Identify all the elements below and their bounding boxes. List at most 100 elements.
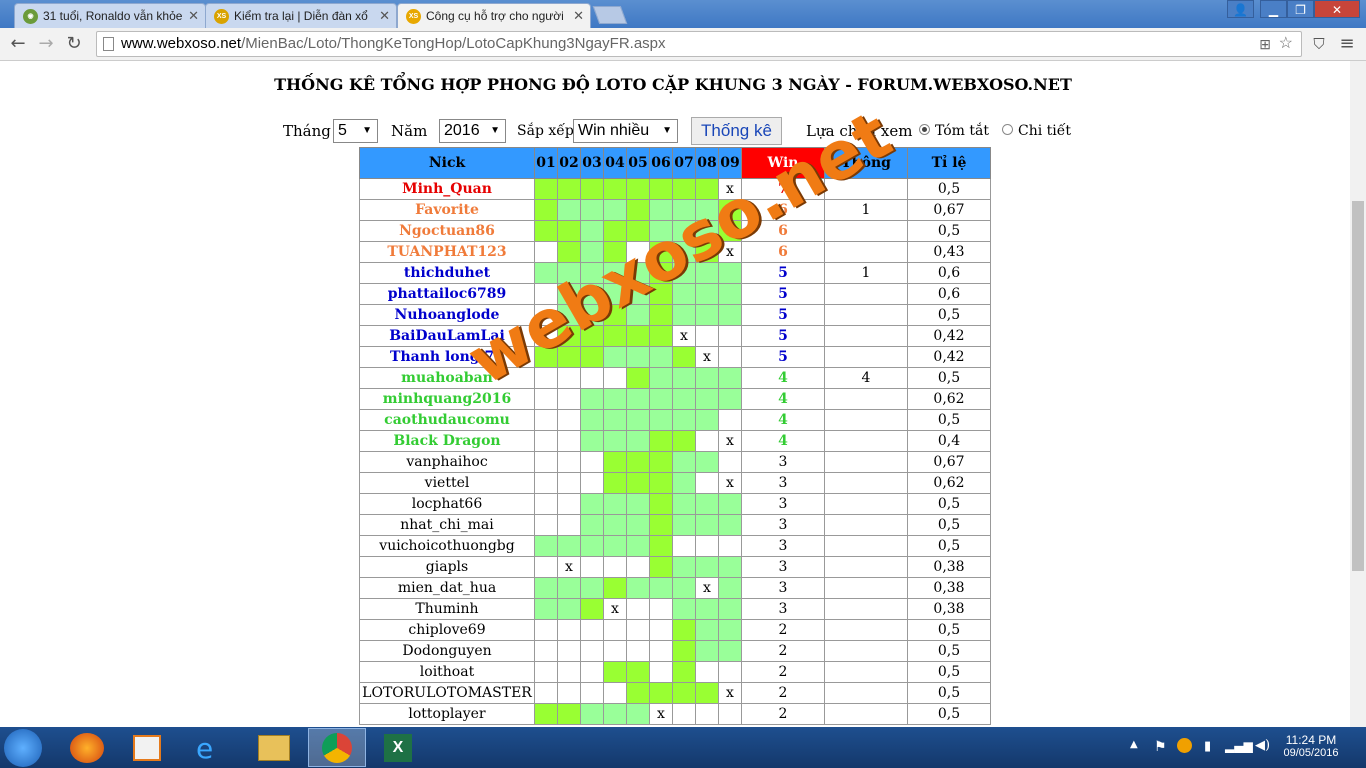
- day-cell: [695, 283, 719, 305]
- day-cell: [626, 682, 650, 704]
- forward-arrow-icon[interactable]: →: [34, 32, 58, 56]
- nick-cell[interactable]: Dodonguyen: [359, 640, 535, 662]
- new-tab-button[interactable]: [592, 6, 628, 24]
- sort-select[interactable]: Win nhiều ▼: [573, 119, 678, 143]
- chrome-taskbar-button[interactable]: [308, 728, 366, 767]
- maximize-button[interactable]: ❐: [1287, 0, 1314, 18]
- day-cell: [649, 409, 673, 431]
- day-cell: [672, 409, 696, 431]
- month-select[interactable]: 5 ▼: [333, 119, 378, 143]
- nick-cell[interactable]: caothudaucomu: [359, 409, 535, 431]
- translate-icon[interactable]: ⊞: [1259, 32, 1271, 56]
- day-cell: x: [718, 682, 742, 704]
- nick-cell[interactable]: mien_dat_hua: [359, 577, 535, 599]
- thong-cell: [824, 241, 908, 263]
- close-window-button[interactable]: ✕: [1314, 0, 1360, 18]
- tray-expand-icon[interactable]: ▲: [1130, 739, 1138, 750]
- scrollbar-thumb[interactable]: [1352, 201, 1364, 571]
- tab-1[interactable]: ◉ 31 tuổi, Ronaldo vẫn khỏe ✕: [14, 3, 206, 28]
- nick-cell[interactable]: Ngoctuan86: [359, 220, 535, 242]
- nick-cell[interactable]: Black Dragon: [359, 430, 535, 452]
- thong-cell: [824, 430, 908, 452]
- firefox-icon[interactable]: [70, 733, 104, 763]
- day-cell: [695, 640, 719, 662]
- tray-flag-icon[interactable]: ⚑: [1154, 739, 1167, 755]
- excel-icon[interactable]: X: [384, 734, 412, 762]
- day-cell: [718, 367, 742, 389]
- address-bar[interactable]: www.webxoso.net/MienBac/Loto/ThongKeTong…: [96, 31, 1302, 57]
- tab-2[interactable]: XS Kiểm tra lại | Diễn đàn xổ ✕: [205, 3, 397, 28]
- nick-cell[interactable]: thichduhet: [359, 262, 535, 284]
- close-icon[interactable]: ✕: [573, 8, 584, 24]
- nick-cell[interactable]: Favorite: [359, 199, 535, 221]
- menu-icon[interactable]: ≡: [1335, 32, 1359, 56]
- day-cell: [534, 556, 558, 578]
- day-cell: x: [649, 703, 673, 725]
- day-cell: [580, 346, 604, 368]
- media-player-icon[interactable]: [133, 735, 161, 761]
- tab-3-active[interactable]: XS Công cụ hỗ trợ cho người ✕: [397, 3, 591, 28]
- day-cell: [534, 598, 558, 620]
- user-icon[interactable]: 👤: [1227, 0, 1254, 18]
- start-button-icon[interactable]: [4, 729, 42, 767]
- tray-app-icon[interactable]: [1177, 738, 1192, 753]
- day-cell: x: [672, 325, 696, 347]
- nick-cell[interactable]: loithoat: [359, 661, 535, 683]
- day-cell: [718, 703, 742, 725]
- day-cell: [580, 367, 604, 389]
- detail-radio-label: Chi tiết: [1018, 123, 1071, 139]
- nick-cell[interactable]: lottoplayer: [359, 703, 535, 725]
- ratio-cell: 0,5: [907, 367, 991, 389]
- day-cell: [649, 535, 673, 557]
- minimize-button[interactable]: ▁: [1260, 0, 1287, 18]
- internet-explorer-icon[interactable]: e: [196, 732, 213, 765]
- close-icon[interactable]: ✕: [379, 8, 390, 24]
- nick-cell[interactable]: minhquang2016: [359, 388, 535, 410]
- day-cell: [626, 661, 650, 683]
- day-cell: [603, 178, 627, 200]
- browser-toolbar: ← → ↻ www.webxoso.net/MienBac/Loto/Thong…: [0, 28, 1366, 61]
- back-arrow-icon[interactable]: ←: [6, 32, 30, 56]
- summary-radio[interactable]: [919, 124, 930, 135]
- nick-cell[interactable]: Minh_Quan: [359, 178, 535, 200]
- nick-cell[interactable]: Thuminh: [359, 598, 535, 620]
- bookmark-star-icon[interactable]: ☆: [1279, 32, 1293, 56]
- file-explorer-icon[interactable]: [258, 735, 290, 761]
- day-cell: [649, 682, 673, 704]
- day-cell: [672, 472, 696, 494]
- day-cell: [695, 619, 719, 641]
- nick-cell[interactable]: viettel: [359, 472, 535, 494]
- nick-cell[interactable]: nhat_chi_mai: [359, 514, 535, 536]
- day-cell: [718, 493, 742, 515]
- reload-icon[interactable]: ↻: [62, 32, 86, 56]
- day-cell: [718, 325, 742, 347]
- statistics-button[interactable]: Thống kê: [691, 117, 782, 145]
- nick-cell[interactable]: locphat66: [359, 493, 535, 515]
- nick-cell[interactable]: vuichoicothuongbg: [359, 535, 535, 557]
- day-cell: [695, 409, 719, 431]
- clock-date: 09/05/2016: [1283, 747, 1339, 759]
- nick-cell[interactable]: vanphaihoc: [359, 451, 535, 473]
- day-cell: [557, 472, 581, 494]
- chevron-down-icon: ▼: [362, 125, 372, 136]
- thong-cell: [824, 598, 908, 620]
- nick-cell[interactable]: giapls: [359, 556, 535, 578]
- volume-icon[interactable]: ◀): [1255, 738, 1270, 753]
- nick-cell[interactable]: TUANPHAT123: [359, 241, 535, 263]
- year-select[interactable]: 2016 ▼: [439, 119, 506, 143]
- signal-icon[interactable]: ▂▄▆: [1225, 739, 1253, 753]
- nick-cell[interactable]: LOTORULOTOMASTER: [359, 682, 535, 704]
- battery-icon[interactable]: ▮: [1204, 739, 1211, 754]
- table-row: Nuhoanglode 5 0,5: [359, 304, 991, 326]
- day-cell: [626, 514, 650, 536]
- close-icon[interactable]: ✕: [188, 8, 199, 24]
- detail-radio[interactable]: [1002, 124, 1013, 135]
- win-cell: 3: [741, 577, 825, 599]
- nick-cell[interactable]: chiplove69: [359, 619, 535, 641]
- scrollbar[interactable]: [1350, 61, 1366, 727]
- extension-shield-icon[interactable]: ⛉: [1307, 32, 1331, 56]
- clock[interactable]: 11:24 PM 09/05/2016: [1280, 733, 1342, 759]
- day-cell: [557, 199, 581, 221]
- day-cell: [603, 388, 627, 410]
- table-row: Thanh long 75 x 5 0,42: [359, 346, 991, 368]
